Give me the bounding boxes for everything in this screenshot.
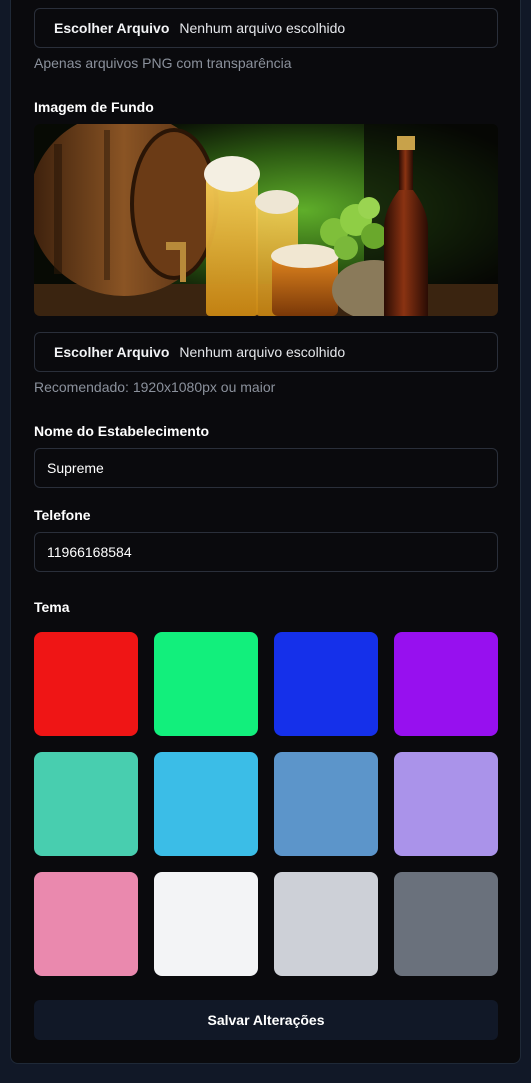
background-upload-hint: Recomendado: 1920x1080px ou maior	[34, 379, 276, 395]
theme-color-swatch[interactable]	[154, 752, 258, 856]
logo-file-input[interactable]: Escolher Arquivo Nenhum arquivo escolhid…	[34, 8, 498, 48]
save-button[interactable]: Salvar Alterações	[34, 1000, 498, 1040]
background-file-input[interactable]: Escolher Arquivo Nenhum arquivo escolhid…	[34, 332, 498, 372]
background-image-preview	[34, 124, 498, 316]
logo-file-status: Nenhum arquivo escolhido	[179, 20, 346, 36]
background-image-label: Imagem de Fundo	[34, 99, 154, 115]
theme-color-swatch[interactable]	[274, 872, 378, 976]
theme-color-swatch[interactable]	[274, 752, 378, 856]
establishment-name-label: Nome do Estabelecimento	[34, 423, 210, 439]
theme-color-swatch[interactable]	[154, 632, 258, 736]
theme-color-swatch[interactable]	[34, 632, 138, 736]
logo-upload-hint: Apenas arquivos PNG com transparência	[34, 55, 292, 71]
theme-label: Tema	[34, 599, 70, 615]
background-choose-file-button[interactable]: Escolher Arquivo	[54, 344, 169, 360]
logo-choose-file-button[interactable]: Escolher Arquivo	[54, 20, 169, 36]
theme-color-grid	[34, 632, 498, 976]
theme-color-swatch[interactable]	[274, 632, 378, 736]
theme-color-swatch[interactable]	[394, 632, 498, 736]
theme-color-swatch[interactable]	[34, 872, 138, 976]
theme-color-swatch[interactable]	[394, 872, 498, 976]
theme-color-swatch[interactable]	[394, 752, 498, 856]
phone-label: Telefone	[34, 507, 91, 523]
theme-color-swatch[interactable]	[154, 872, 258, 976]
background-file-status: Nenhum arquivo escolhido	[179, 344, 346, 360]
theme-color-swatch[interactable]	[34, 752, 138, 856]
phone-input[interactable]	[34, 532, 498, 572]
establishment-name-input[interactable]	[34, 448, 498, 488]
